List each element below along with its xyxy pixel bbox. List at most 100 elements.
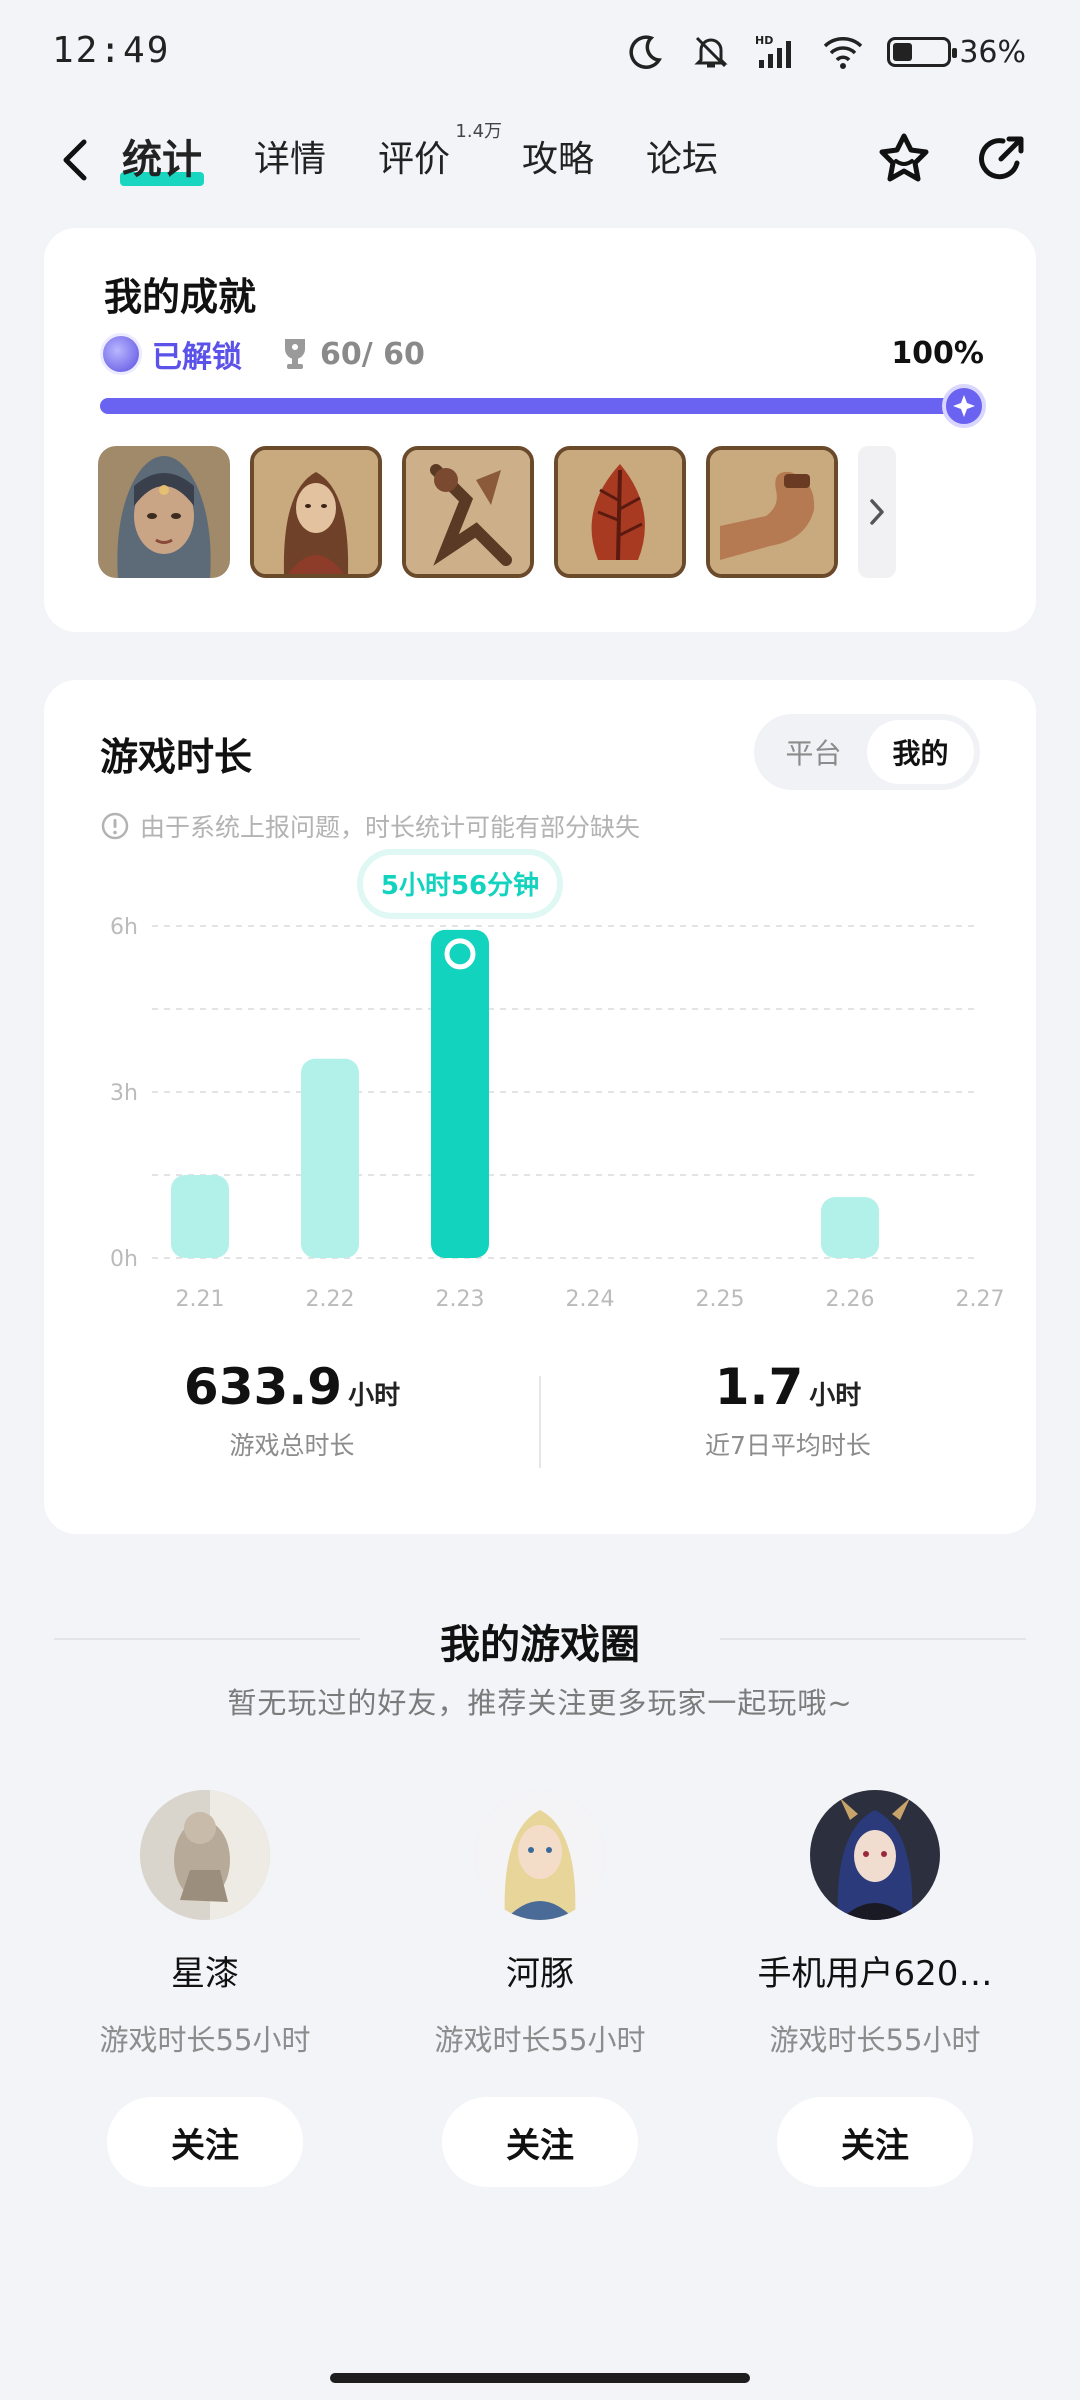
tab-label: 详情 [254,139,327,180]
toggle-platform[interactable]: 平台 [760,720,867,784]
star-icon [879,133,929,182]
game-circle-header: 我的游戏圈 [54,1608,1026,1668]
x-tick-label: 2.24 [566,1287,615,1312]
follow-button[interactable]: 关注 [777,2097,973,2187]
chevron-right-icon [870,499,884,525]
bell-off-icon [689,30,733,74]
player-name: 手机用户620… [757,1954,993,1994]
tooltip-text: 5小时56分钟 [381,870,539,901]
achievements-card[interactable]: 我的成就 已解锁 60/ 60 100% [44,228,1036,632]
total-playtime-label: 游戏总时长 [229,1431,355,1460]
avatar[interactable] [810,1790,940,1920]
status-time: 12:49 [52,30,171,71]
nav-actions [874,130,1030,190]
sparkle-icon [942,384,986,428]
follow-button[interactable]: 关注 [107,2097,303,2187]
x-tick-label: 2.23 [436,1287,485,1312]
x-tick-label: 2.22 [306,1287,355,1312]
hd-signal-icon: HD [755,30,799,74]
toggle-mine[interactable]: 我的 [867,720,974,784]
player-playtime: 游戏时长55小时 [434,2023,646,2057]
x-tick-label: 2.27 [956,1287,1005,1312]
x-tick-label: 2.26 [826,1287,875,1312]
home-indicator[interactable] [330,2373,750,2383]
bar [431,929,489,1258]
trophy-icon [280,336,310,372]
avg-playtime-unit: 小时 [809,1381,862,1411]
avatar[interactable] [140,1790,270,1920]
tab-bar: 统计 详情 评价 1.4万 攻略 论坛 [120,122,718,190]
tab-stats[interactable]: 统计 [120,130,204,190]
total-playtime-unit: 小时 [348,1381,401,1411]
svg-text:HD: HD [755,34,773,47]
battery-icon [887,37,958,67]
avg-playtime-label: 近7日平均时长 [705,1431,871,1460]
share-icon [979,136,1024,180]
player-name: 河豚 [506,1954,574,1994]
bar [301,1058,359,1258]
notice-text: 由于系统上报问题，时长统计可能有部分缺失 [140,813,641,842]
tab-guides[interactable]: 攻略 [522,130,594,190]
status-bar: 12:49 HD 36% [0,0,1080,100]
divider-line [720,1638,1026,1640]
bar [821,1197,879,1258]
tab-reviews[interactable]: 评价 1.4万 [378,122,502,190]
wifi-icon [821,30,865,74]
playtime-chart: 0h 3h 6h 2.21 2.22 5小时56分钟 2.23 2.24 2.25 2.26 2.2… [110,848,1005,1312]
tab-details[interactable]: 详情 [254,130,326,190]
chevron-left-icon [63,139,87,181]
favorite-button[interactable] [874,130,934,190]
battery-indicator: 36% [887,35,1026,70]
moon-icon [623,30,667,74]
achievement-icon-arm[interactable] [706,446,838,578]
player-card: 星漆 游戏时长55小时 关注 [55,1790,355,2187]
achievements-more-button[interactable] [858,446,896,578]
player-playtime: 游戏时长55小时 [99,2023,311,2057]
x-tick-label: 2.21 [176,1287,225,1312]
player-playtime: 游戏时长55小时 [769,2023,981,2057]
tab-forum[interactable]: 论坛 [646,130,718,190]
y-tick-label: 6h [110,915,138,940]
player-card: 河豚 游戏时长55小时 关注 [390,1790,690,2187]
achievement-icon-warrior[interactable] [402,446,534,578]
tab-label: 论坛 [646,139,719,180]
achievement-percent: 100% [891,336,984,371]
unlocked-badge-icon [100,333,142,375]
info-icon [101,812,129,840]
back-button[interactable] [50,132,100,188]
playtime-card: 游戏时长 平台 我的 由于系统上报问题，时长统计可能有部分缺失 0h 3h 6h 2.… [44,680,1036,1534]
source-toggle: 平台 我的 [754,714,980,790]
achievement-count: 60/ 60 [320,336,425,372]
achievement-progress-fill [100,398,980,414]
achievement-icon-leaf[interactable] [554,446,686,578]
follow-button[interactable]: 关注 [442,2097,638,2187]
share-button[interactable] [970,130,1030,190]
data-notice: 由于系统上报问题，时长统计可能有部分缺失 [100,808,640,844]
avg-playtime-value: 1.7 [714,1358,804,1416]
status-icons: HD 36% [623,30,1026,74]
game-circle-title: 我的游戏圈 [440,1622,640,1668]
playtime-stats: 633.9 小时 游戏总时长 1.7 小时 近7日平均时长 [44,1358,1036,1478]
battery-fill [893,43,913,61]
x-tick-label: 2.25 [696,1287,745,1312]
tab-label: 攻略 [522,139,595,180]
achievement-icon-veiled-woman[interactable] [98,446,230,578]
total-playtime: 633.9 小时 游戏总时长 [44,1358,540,1462]
unlocked-label: 已解锁 [152,340,242,375]
y-tick-label: 3h [110,1081,138,1106]
avg-playtime: 1.7 小时 近7日平均时长 [540,1358,1036,1462]
tab-label: 统计 [122,137,202,183]
y-tick-label: 0h [110,1247,138,1272]
avatar[interactable] [475,1790,605,1920]
achievement-progress-bar [100,384,986,428]
unlock-status: 已解锁 60/ 60 [100,332,425,376]
achievement-icon-woman-portrait[interactable] [250,446,382,578]
battery-percent: 36% [959,34,1026,70]
tab-label: 评价 [378,139,451,180]
achievements-title: 我的成就 [104,275,257,319]
playtime-title: 游戏时长 [100,735,253,779]
game-circle-subtitle: 暂无玩过的好友，推荐关注更多玩家一起玩哦~ [227,1686,853,1720]
player-name: 星漆 [171,1954,239,1994]
top-nav: 统计 详情 评价 1.4万 攻略 论坛 [0,110,1080,210]
review-count-badge: 1.4万 [455,121,503,142]
